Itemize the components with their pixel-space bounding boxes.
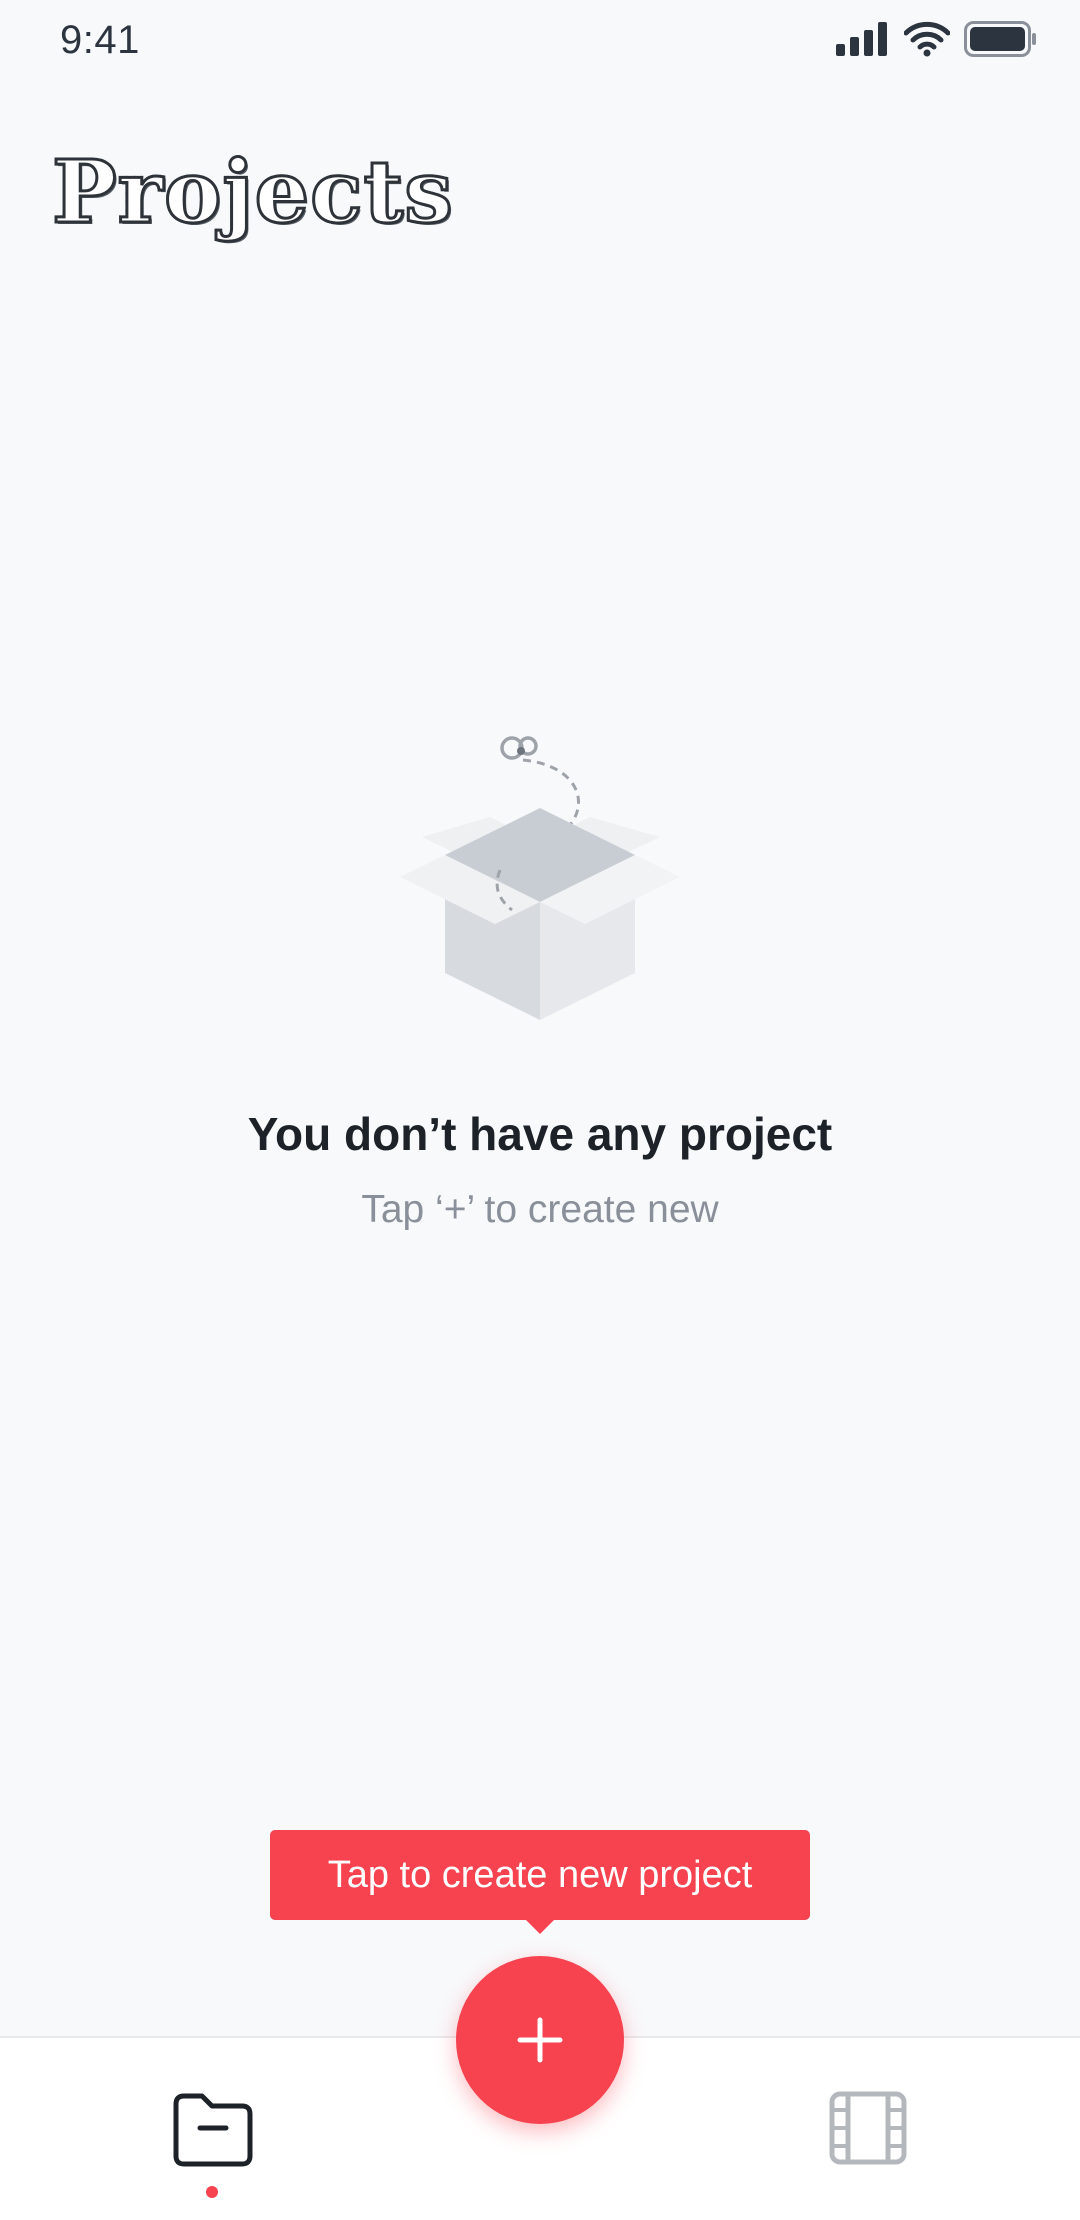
empty-state: You don’t have any project Tap ‘+’ to cr… xyxy=(0,720,1080,1236)
plus-icon xyxy=(517,2017,563,2063)
nav-videos-tab[interactable] xyxy=(828,2090,908,2166)
nav-projects-tab[interactable] xyxy=(170,2090,256,2170)
page-title: Projects xyxy=(51,138,455,248)
empty-box-icon xyxy=(400,736,680,1020)
empty-state-heading: You don’t have any project xyxy=(247,1108,833,1160)
wifi-icon xyxy=(904,21,950,57)
battery-icon xyxy=(964,21,1036,57)
create-project-button[interactable] xyxy=(456,1956,624,2124)
film-icon xyxy=(829,2091,907,2165)
create-project-tooltip: Tap to create new project xyxy=(270,1830,810,1934)
cellular-signal-icon xyxy=(836,22,887,56)
empty-state-subtext: Tap ‘+’ to create new xyxy=(361,1188,719,1231)
status-icons xyxy=(836,14,1038,64)
tooltip-text: Tap to create new project xyxy=(327,1854,753,1896)
tooltip-arrow xyxy=(526,1920,554,1934)
status-time: 9:41 xyxy=(60,18,140,62)
active-tab-indicator xyxy=(206,2186,218,2198)
status-bar: 9:41 xyxy=(0,0,1080,80)
folder-icon xyxy=(173,2093,253,2167)
